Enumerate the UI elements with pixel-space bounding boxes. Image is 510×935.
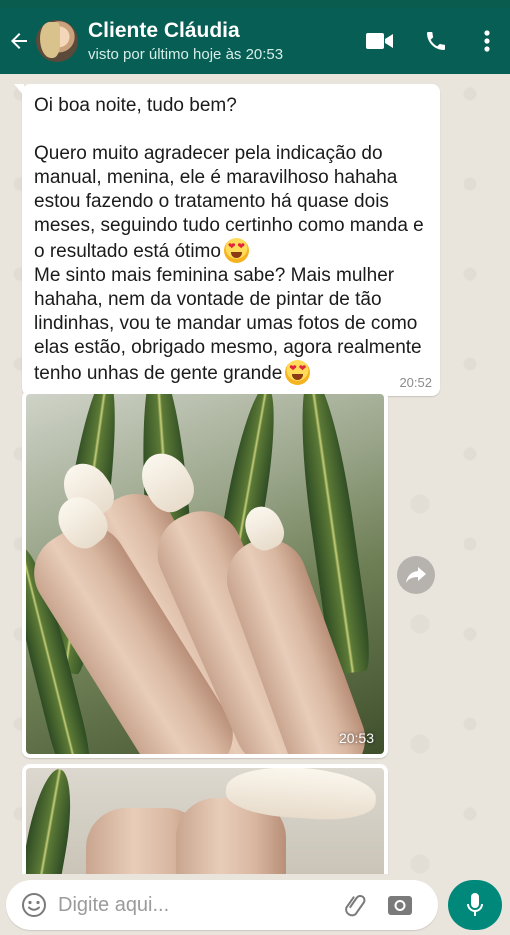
attach-button[interactable]	[334, 880, 378, 930]
contact-info[interactable]: Cliente Cláudia visto por último hoje às…	[88, 18, 283, 65]
chat-area[interactable]: Oi boa noite, tudo bem? Quero muito agra…	[0, 74, 510, 874]
last-seen-status: visto por último hoje às 20:53	[88, 45, 284, 63]
message-line: estou fazendo o tratamento há quase dois	[34, 191, 389, 212]
message-line: manual, menina, ele é maravilhoso hahaha	[34, 167, 398, 188]
message-text: o resultado está ótimo	[34, 241, 221, 262]
more-options-icon	[484, 30, 490, 52]
forward-icon	[406, 567, 426, 583]
message-line: Oi boa noite, tudo bem?	[34, 95, 237, 116]
message-line: hahaha, nem da vontade de pintar de tão	[34, 289, 382, 310]
message-line: lindinhas, vou te mandar umas fotos de c…	[34, 313, 418, 334]
message-bubble[interactable]: Oi boa noite, tudo bem? Quero muito agra…	[14, 84, 440, 396]
video-call-button[interactable]	[352, 8, 408, 74]
message-input[interactable]	[58, 893, 328, 917]
message-text: tenho unhas de gente grande	[34, 363, 283, 384]
camera-button[interactable]	[378, 880, 422, 930]
video-call-icon	[366, 33, 393, 49]
avatar[interactable]	[36, 20, 78, 62]
image-time: 20:53	[338, 730, 374, 746]
message-line-with-emoji: o resultado está ótimo	[34, 238, 428, 264]
back-arrow-icon	[11, 33, 27, 49]
chat-header: Cliente Cláudia visto por último hoje às…	[0, 8, 510, 74]
mic-icon	[467, 893, 483, 916]
message-line: Me sinto mais feminina sabe? Mais mulher	[34, 265, 395, 286]
photo-nails[interactable]	[26, 768, 384, 874]
image-message[interactable]: 20:53	[22, 390, 388, 758]
mic-button[interactable]	[448, 880, 502, 930]
message-line: meses, seguindo tudo certinho como manda…	[34, 215, 424, 236]
heart-eyes-emoji-icon	[285, 360, 311, 385]
message-composer	[6, 880, 438, 930]
message-line	[34, 118, 428, 142]
message-line: elas estão, obrigado mesmo, agora realme…	[34, 337, 422, 358]
message-line-with-emoji: tenho unhas de gente grande	[34, 360, 428, 386]
more-options-button[interactable]	[464, 8, 510, 74]
message-time: 20:52	[399, 375, 432, 390]
status-bar	[0, 0, 510, 8]
photo-nails[interactable]: 20:53	[26, 394, 384, 754]
heart-eyes-emoji-icon	[223, 238, 249, 263]
back-button[interactable]	[2, 8, 36, 74]
voice-call-icon	[427, 32, 445, 50]
image-message[interactable]	[22, 764, 388, 874]
message-line: Quero muito agradecer pela indicação do	[34, 143, 383, 164]
forward-button[interactable]	[397, 556, 435, 594]
voice-call-button[interactable]	[408, 8, 464, 74]
emoji-icon	[22, 893, 46, 917]
emoji-button[interactable]	[10, 880, 58, 930]
camera-icon	[388, 896, 412, 915]
attach-icon	[345, 895, 366, 917]
contact-name: Cliente Cláudia	[88, 18, 240, 42]
